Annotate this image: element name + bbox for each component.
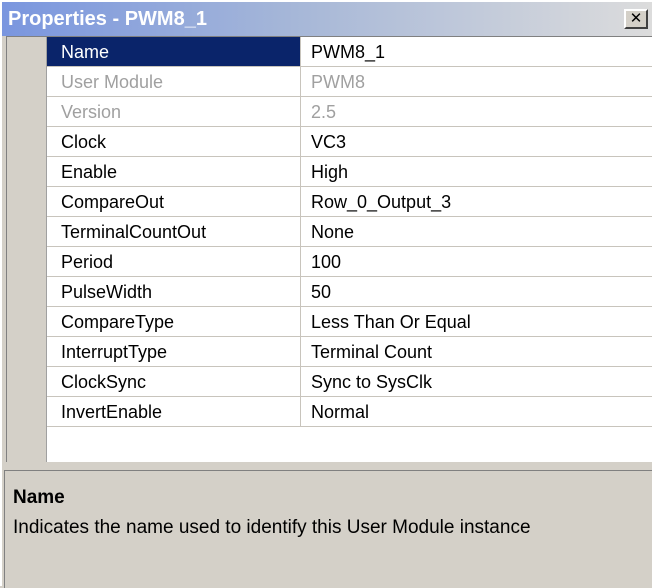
property-name[interactable]: Clock — [47, 127, 301, 157]
property-row-name[interactable]: Name PWM8_1 — [47, 37, 652, 67]
close-icon: ✕ — [629, 9, 643, 27]
property-row-version[interactable]: Version 2.5 — [47, 97, 652, 127]
property-value[interactable]: Row_0_Output_3 — [301, 187, 652, 217]
property-name[interactable]: Version — [47, 97, 301, 127]
property-value[interactable]: None — [301, 217, 652, 247]
title-bar[interactable]: Properties - PWM8_1 ✕ — [2, 2, 652, 36]
property-name[interactable]: Enable — [47, 157, 301, 187]
property-value[interactable]: Less Than Or Equal — [301, 307, 652, 337]
description-text: Indicates the name used to identify this… — [13, 517, 531, 538]
property-name[interactable]: User Module — [47, 67, 301, 97]
property-row-clocksync[interactable]: ClockSync Sync to SysClk — [47, 367, 652, 397]
property-value[interactable]: Normal — [301, 397, 652, 427]
property-name[interactable]: InterruptType — [47, 337, 301, 367]
property-name[interactable]: PulseWidth — [47, 277, 301, 307]
property-row-terminalcountout[interactable]: TerminalCountOut None — [47, 217, 652, 247]
description-title: Name — [13, 487, 65, 508]
property-row-period[interactable]: Period 100 — [47, 247, 652, 277]
property-row-interrupttype[interactable]: InterruptType Terminal Count — [47, 337, 652, 367]
property-name[interactable]: InvertEnable — [47, 397, 301, 427]
property-name[interactable]: Name — [47, 37, 301, 67]
property-name[interactable]: ClockSync — [47, 367, 301, 397]
property-row-compareout[interactable]: CompareOut Row_0_Output_3 — [47, 187, 652, 217]
property-row-pulsewidth[interactable]: PulseWidth 50 — [47, 277, 652, 307]
property-value[interactable]: 50 — [301, 277, 652, 307]
window-title: Properties - PWM8_1 — [8, 8, 207, 30]
property-row-enable[interactable]: Enable High — [47, 157, 652, 187]
property-row-user-module[interactable]: User Module PWM8 — [47, 67, 652, 97]
property-value[interactable]: 2.5 — [301, 97, 652, 127]
property-value[interactable]: PWM8_1 — [301, 37, 652, 67]
property-value[interactable]: 100 — [301, 247, 652, 277]
property-name[interactable]: TerminalCountOut — [47, 217, 301, 247]
property-name[interactable]: Period — [47, 247, 301, 277]
property-value[interactable]: VC3 — [301, 127, 652, 157]
property-row-clock[interactable]: Clock VC3 — [47, 127, 652, 157]
property-value[interactable]: High — [301, 157, 652, 187]
property-row-comparetype[interactable]: CompareType Less Than Or Equal — [47, 307, 652, 337]
property-row-invertenable[interactable]: InvertEnable Normal — [47, 397, 652, 427]
property-grid: Name PWM8_1 User Module PWM8 Version 2.5… — [6, 36, 652, 462]
description-panel: Name Indicates the name used to identify… — [4, 470, 652, 588]
property-name[interactable]: CompareOut — [47, 187, 301, 217]
property-grid-margin — [7, 37, 47, 462]
property-value[interactable]: PWM8 — [301, 67, 652, 97]
close-button[interactable]: ✕ — [624, 9, 648, 29]
property-value[interactable]: Sync to SysClk — [301, 367, 652, 397]
property-name[interactable]: CompareType — [47, 307, 301, 337]
property-value[interactable]: Terminal Count — [301, 337, 652, 367]
properties-window: Properties - PWM8_1 ✕ Name PWM8_1 User M… — [0, 0, 652, 588]
